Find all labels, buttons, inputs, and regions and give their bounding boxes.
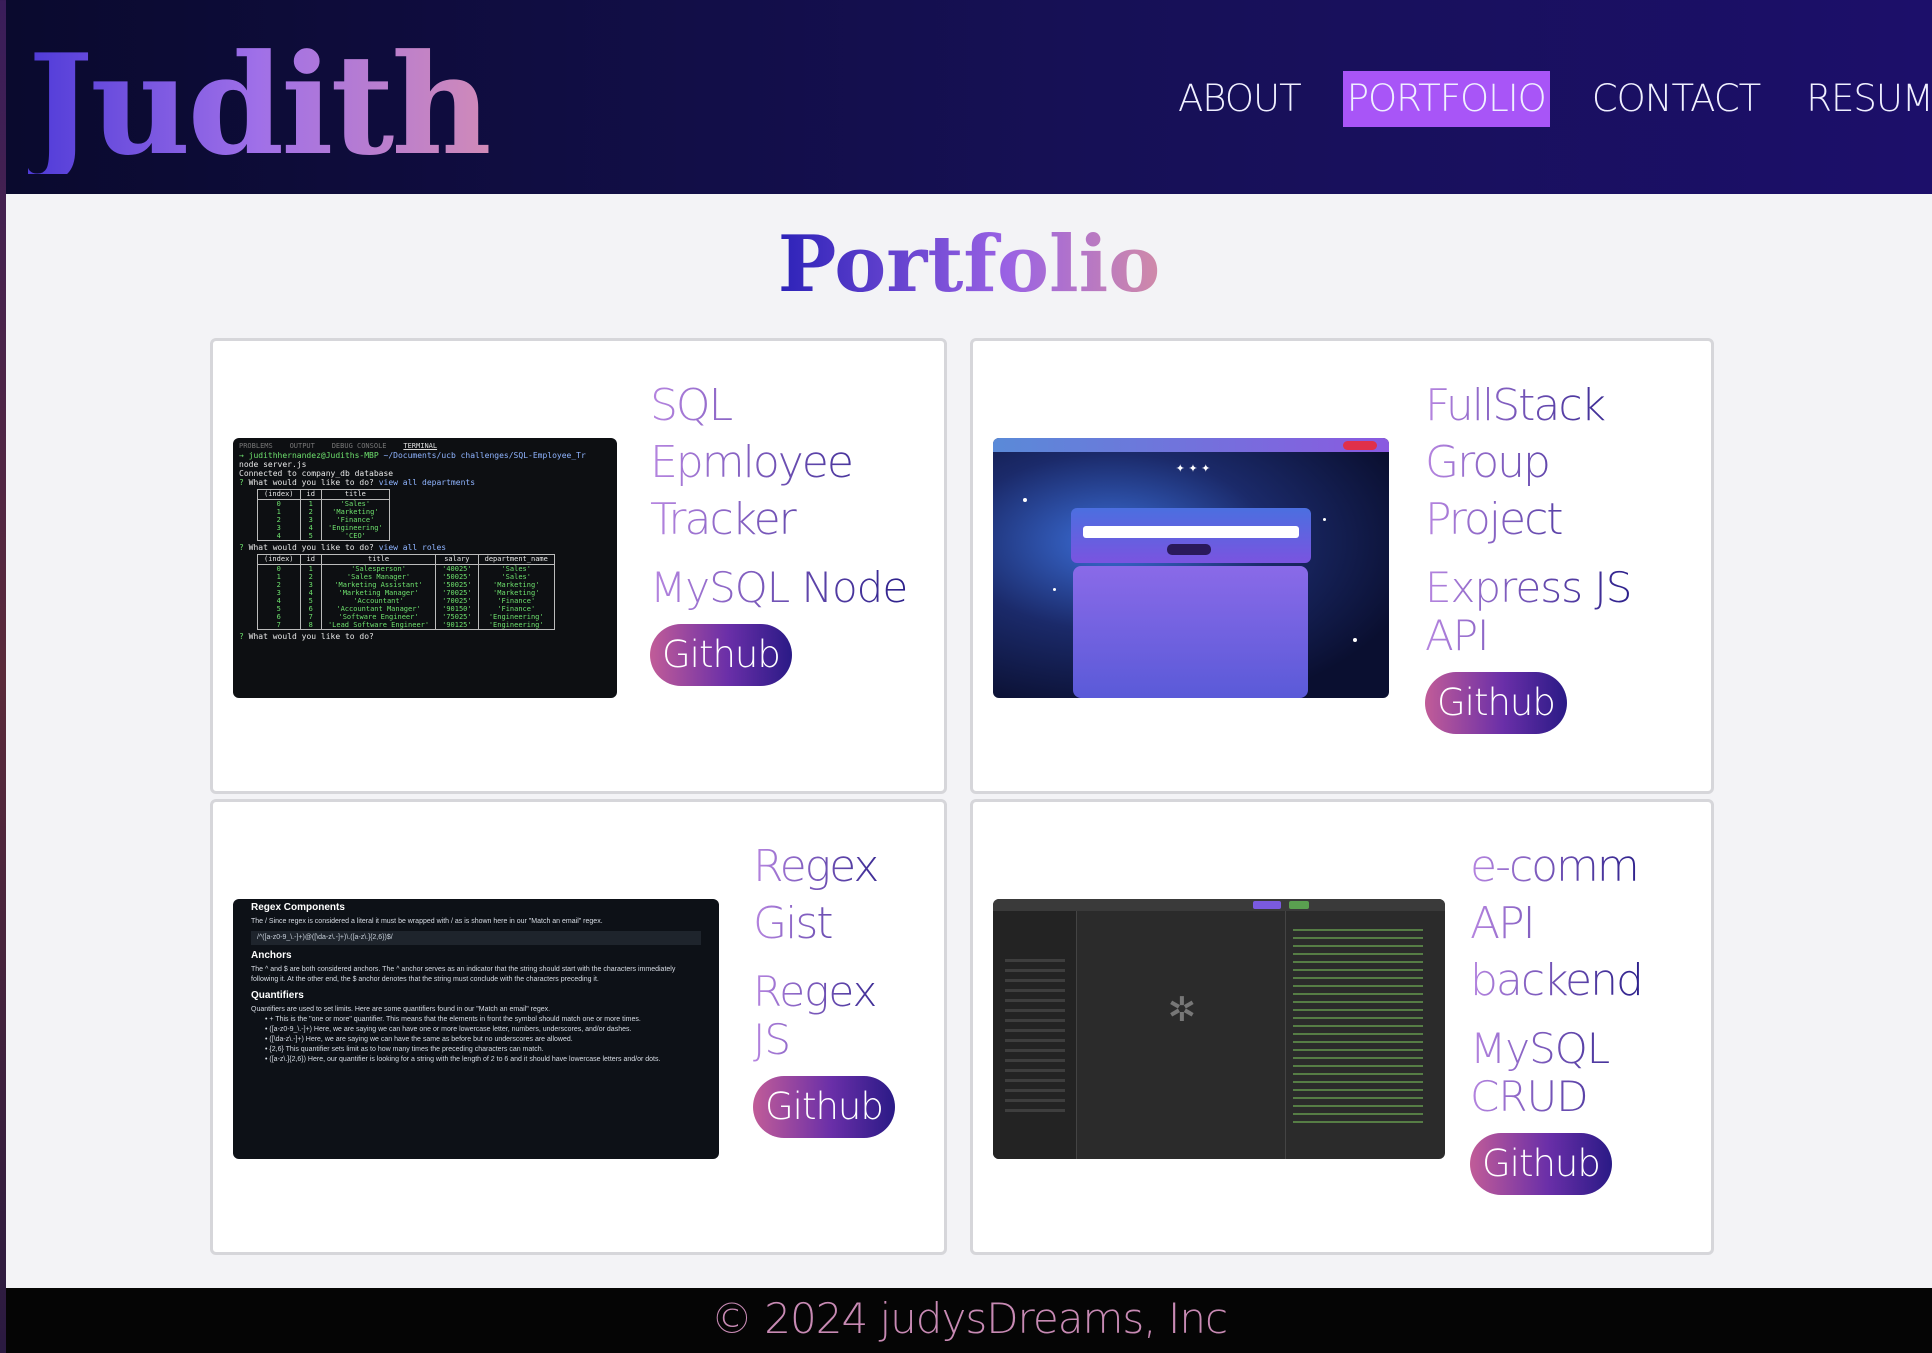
project-title: FullStack Group Project: [1425, 377, 1631, 548]
project-title: SQL Epmloyee Tracker: [650, 377, 907, 548]
nav-resume[interactable]: RESUME: [1802, 71, 1932, 127]
site-footer: © 2024 judysDreams, Inc: [6, 1288, 1932, 1353]
project-title: Regex Gist: [753, 838, 895, 952]
copyright-text: © 2024 judysDreams, Inc: [710, 1294, 1228, 1343]
project-tech: MySQL CRUD: [1470, 1025, 1642, 1121]
main-nav: ABOUT PORTFOLIO CONTACT RESUME: [1174, 71, 1932, 127]
project-card-ecomm: ✲ e-comm API backend MySQL CRUD Github: [970, 799, 1714, 1255]
project-info: SQL Epmloyee Tracker MySQL Node Github: [650, 377, 908, 686]
project-info: e-comm API backend MySQL CRUD Github: [1470, 838, 1644, 1195]
github-button[interactable]: Github: [650, 624, 792, 686]
site-logo[interactable]: Judith: [28, 36, 492, 174]
project-tech: Regex JS: [753, 968, 895, 1064]
project-screenshot-terminal: PROBLEMS OUTPUT DEBUG CONSOLE TERMINAL →…: [233, 438, 617, 698]
github-button[interactable]: Github: [1470, 1133, 1612, 1195]
site-header: Judith ABOUT PORTFOLIO CONTACT RESUME: [6, 0, 1932, 194]
project-screenshot-api-client: ✲: [993, 899, 1445, 1159]
project-title: e-comm API backend: [1470, 838, 1644, 1009]
github-button[interactable]: Github: [1425, 672, 1567, 734]
nav-about[interactable]: ABOUT: [1174, 71, 1305, 127]
project-card-regex: Regex Components The / Since regex is co…: [210, 799, 947, 1255]
project-screenshot-music-app: ✦ ✦ ✦: [993, 438, 1389, 698]
bug-icon: ✲: [1167, 990, 1197, 1030]
project-screenshot-regex-doc: Regex Components The / Since regex is co…: [233, 899, 719, 1159]
nav-portfolio[interactable]: PORTFOLIO: [1342, 71, 1550, 127]
project-card-fullstack: ✦ ✦ ✦ FullStack Group Project Express JS…: [970, 338, 1714, 794]
project-card-sql-tracker: PROBLEMS OUTPUT DEBUG CONSOLE TERMINAL →…: [210, 338, 947, 794]
project-info: Regex Gist Regex JS Github: [753, 838, 895, 1138]
project-tech: Express JS API: [1425, 563, 1632, 660]
github-button[interactable]: Github: [753, 1076, 895, 1138]
nav-contact[interactable]: CONTACT: [1588, 71, 1764, 127]
page-title: Portfolio: [777, 219, 1161, 310]
page: Judith ABOUT PORTFOLIO CONTACT RESUME Po…: [6, 0, 1932, 1353]
project-info: FullStack Group Project Express JS API G…: [1425, 377, 1632, 734]
project-tech: MySQL Node: [650, 563, 908, 612]
